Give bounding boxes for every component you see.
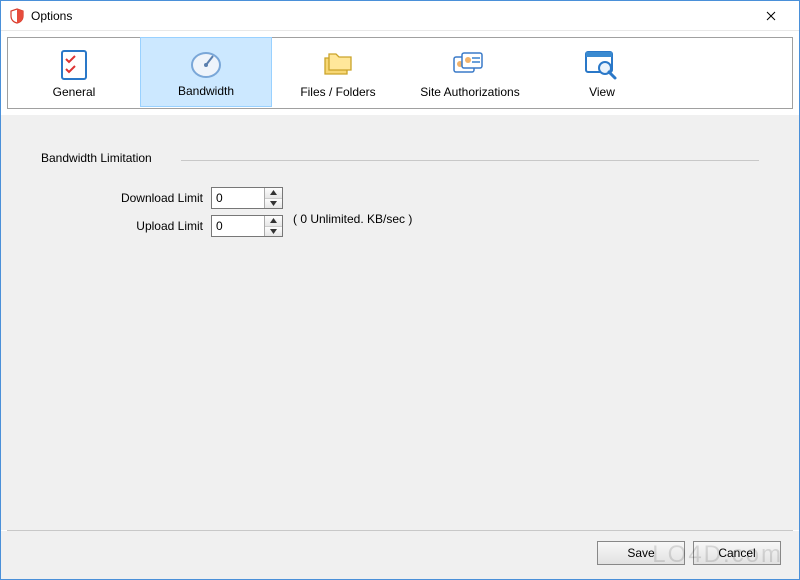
window-title: Options: [31, 9, 751, 23]
tab-bandwidth[interactable]: Bandwidth: [140, 37, 272, 107]
tab-label: View: [589, 85, 615, 99]
download-limit-label: Download Limit: [41, 191, 211, 205]
upload-limit-input[interactable]: [212, 216, 264, 236]
group-legend: Bandwidth Limitation: [41, 151, 158, 165]
footer-buttons: Save Cancel: [1, 531, 799, 579]
checklist-icon: [54, 47, 94, 83]
cancel-button[interactable]: Cancel: [693, 541, 781, 565]
tab-general[interactable]: General: [8, 38, 140, 108]
spin-up-button[interactable]: [265, 188, 282, 199]
upload-limit-row: Upload Limit ( 0 Unlimited. KB/sec ): [41, 215, 759, 237]
content-panel: Bandwidth Limitation Download Limit x: [1, 115, 799, 530]
tab-label: General: [53, 85, 96, 99]
window-magnifier-icon: [582, 47, 622, 83]
app-shield-icon: [9, 8, 25, 24]
close-button[interactable]: [751, 2, 791, 30]
toolbar: General Bandwidth Files / Folders: [7, 37, 793, 109]
spin-down-button[interactable]: [265, 227, 282, 237]
download-limit-input[interactable]: [212, 188, 264, 208]
save-button[interactable]: Save: [597, 541, 685, 565]
download-limit-row: Download Limit x: [41, 187, 759, 209]
bandwidth-limitation-group: Bandwidth Limitation Download Limit x: [41, 151, 759, 237]
tab-files-folders[interactable]: Files / Folders: [272, 38, 404, 108]
upload-limit-spinner[interactable]: [211, 215, 283, 237]
tab-label: Bandwidth: [178, 84, 234, 98]
tab-label: Files / Folders: [300, 85, 375, 99]
spin-down-button[interactable]: [265, 199, 282, 209]
tab-view[interactable]: View: [536, 38, 668, 108]
users-cards-icon: [450, 47, 490, 83]
download-limit-spinner[interactable]: [211, 187, 283, 209]
group-line: [181, 160, 759, 161]
tab-site-authorizations[interactable]: Site Authorizations: [404, 38, 536, 108]
spinner-buttons: [264, 216, 282, 236]
bandwidth-hint: ( 0 Unlimited. KB/sec ): [293, 212, 412, 226]
spin-up-button[interactable]: [265, 216, 282, 227]
options-window: Options General: [0, 0, 800, 580]
folders-icon: [318, 47, 358, 83]
gauge-icon: [186, 46, 226, 82]
upload-limit-label: Upload Limit: [41, 219, 211, 233]
spinner-buttons: [264, 188, 282, 208]
titlebar: Options: [1, 1, 799, 31]
tab-label: Site Authorizations: [420, 85, 519, 99]
